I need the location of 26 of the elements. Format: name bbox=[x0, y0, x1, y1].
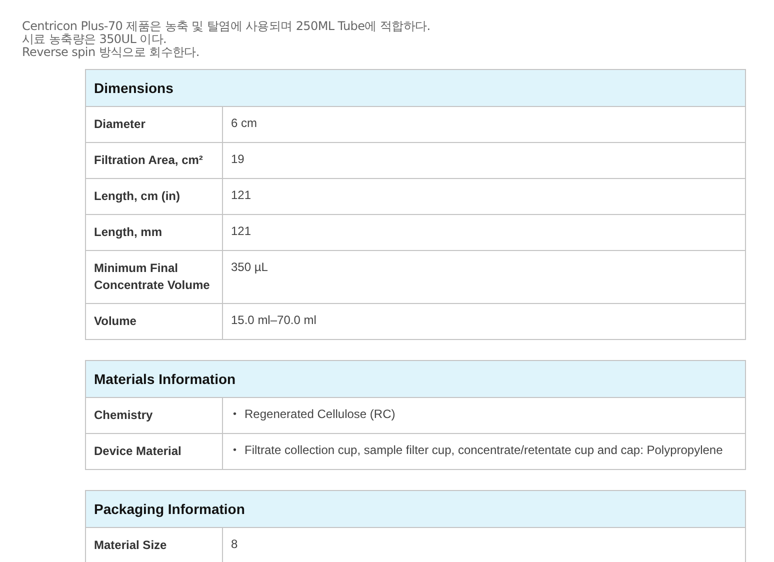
section-header: Packaging Information bbox=[86, 490, 746, 528]
spec-label: Device Material bbox=[86, 434, 222, 470]
spec-value: 6 cm bbox=[231, 116, 258, 130]
section-header: Materials Information bbox=[86, 360, 746, 398]
description-text: Centricon Plus-70 제품은 농축 및 탈염에 사용되며 250ML Tube에 적합하다. bbox=[22, 20, 432, 33]
bullet: • bbox=[233, 444, 237, 458]
section-header: Dimensions bbox=[86, 70, 746, 106]
bullet: • bbox=[233, 408, 237, 422]
spec-label: Chemistry bbox=[86, 398, 222, 434]
spec-label: Diameter bbox=[86, 106, 222, 142]
spec-label: Material Size bbox=[86, 528, 222, 562]
spec-label: Volume bbox=[86, 304, 222, 340]
spec-label: Filtration Area, cm² bbox=[86, 142, 222, 178]
spec-label: Length, cm (in) bbox=[86, 178, 222, 214]
description-text: 시료 농축량은 350UL 이다. bbox=[22, 33, 168, 46]
spec-value: 350 µL bbox=[231, 260, 268, 274]
spec-label: Minimum Final Concentrate Volume bbox=[86, 250, 222, 304]
spec-value: Regenerated Cellulose (RC) bbox=[244, 407, 396, 422]
spec-value: 19 bbox=[231, 152, 244, 166]
spec-value: 8 bbox=[231, 537, 238, 551]
spec-value: 121 bbox=[231, 188, 252, 202]
spec-value: 121 bbox=[231, 224, 252, 238]
spec-label: Length, mm bbox=[86, 214, 222, 250]
description-text: Reverse spin 방식으로 회수한다. bbox=[22, 46, 200, 59]
spec-value: 15.0 ml–70.0 ml bbox=[231, 313, 316, 327]
spec-value: Filtrate collection cup, sample filter cup, concentrate/retentate cup and cap: Polypropylene bbox=[244, 443, 723, 458]
